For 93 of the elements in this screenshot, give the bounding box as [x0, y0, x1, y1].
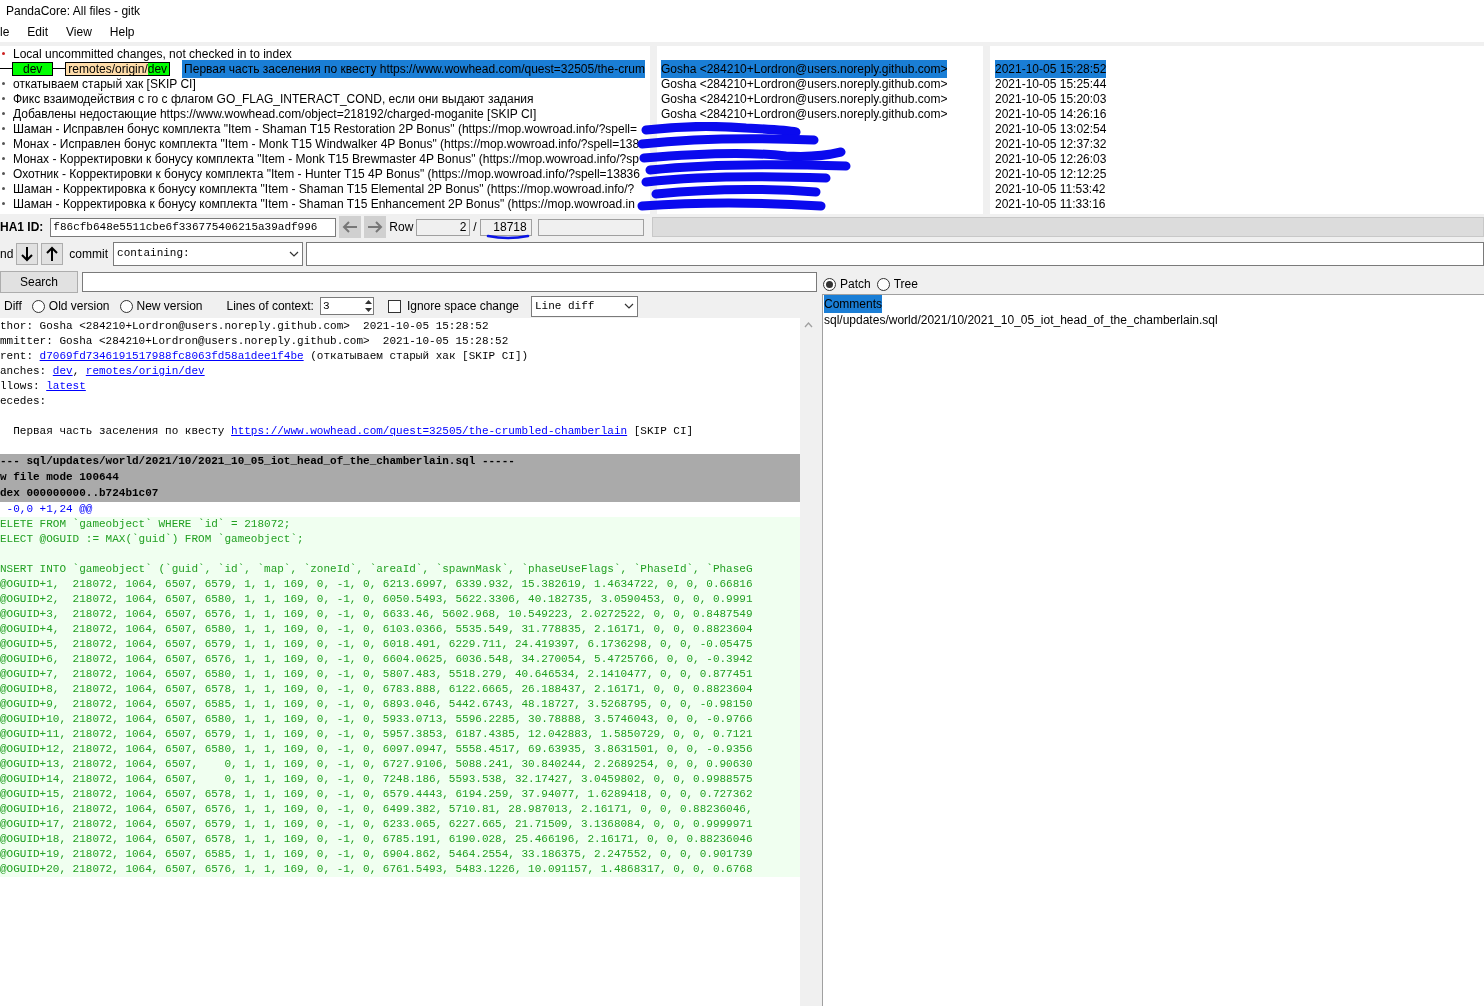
diff-text: @OGUID+19, 218072, 1064, 6507, 6585, 1, 1, 169, 0, -1, 0, 6904.862, 5464.2554, 33.186375, 2.247552, 0, 0, 0.901739: [0, 848, 753, 860]
window-title: PandaCore: All files - gitk: [6, 3, 141, 20]
back-button[interactable]: [339, 216, 362, 238]
row-field: 2: [416, 218, 471, 236]
underline-mark: [485, 233, 530, 240]
file-list-item[interactable]: sql/updates/world/2021/10/2021_10_05_iot_head_of_the_chamberlain.sql: [824, 311, 1218, 329]
link[interactable]: https://www.wowhead.com/quest=32505/the-crumbled-chamberlain: [231, 425, 628, 437]
diff-text: ELECT @OGUID := MAX(`guid`) FROM `gameobject`;: [0, 533, 304, 545]
sha-label: HA1 ID:: [0, 219, 44, 236]
commit-message[interactable]: Первая часть заселения по квесту https://www.wowhead.com/quest=32505/the-crum: [182, 59, 645, 78]
sha-field[interactable]: f86cfb648e5511cbe6f336775406215a39adf996: [50, 217, 337, 237]
date-text[interactable]: 2021-10-05 15:28:52: [995, 59, 1107, 78]
diff-label: Diff: [4, 298, 22, 315]
diff-text: (откатываем старый хак [SKIP CI]): [309, 350, 529, 362]
row-count-field: 18718: [479, 218, 532, 236]
diff-text: @OGUID+20, 218072, 1064, 6507, 6576, 1, 1, 169, 0, -1, 0, 6761.5493, 5483.1226, 10.091157, 1.4868317, 0, 0, 0.6768: [0, 863, 753, 875]
radio-button[interactable]: [876, 277, 890, 291]
diff-text: @OGUID+16, 218072, 1064, 6507, 6576, 1, 1, 169, 0, -1, 0, 6499.382, 5710.81, 28.987013, 2.16171, 0, 0, 0.88236046,: [0, 803, 753, 815]
diff-text: llows:: [0, 380, 41, 392]
search-button[interactable]: Search: [0, 271, 78, 293]
diff-text: ,: [72, 365, 81, 377]
chevron-down-icon: [624, 303, 634, 309]
diff-text: --- sql/updates/world/2021/10/2021_10_05_iot_head_of_the_chamberlain.sql -----: [0, 455, 515, 467]
file-list-item[interactable]: Comments: [824, 295, 882, 313]
arrow-right-icon: [367, 220, 384, 234]
diff-text: @OGUID+3, 218072, 1064, 6507, 6576, 1, 1, 169, 0, -1, 0, 6633.46, 5602.968, 10.549223, 2.0272522, 0, 0, 0.8487549: [0, 608, 753, 620]
radio-button[interactable]: [31, 299, 45, 313]
radio-label[interactable]: Old version: [48, 297, 110, 315]
checkbox-label[interactable]: Ignore space change: [406, 297, 519, 315]
context-spinbox[interactable]: 3: [319, 297, 374, 315]
diff-text: @OGUID+6, 218072, 1064, 6507, 6576, 1, 1, 169, 0, -1, 0, 6604.0625, 6036.548, 34.270054, 5.4725766, 0, 0, -0.3942: [0, 653, 753, 665]
commit-label: commit: [69, 245, 109, 263]
diff-text: thor: Gosha <284210+Lordron@users.noreply.github.com> 2021-10-05 15:28:52: [0, 320, 489, 332]
diff-text: ecedes:: [0, 395, 47, 407]
diff-text: @OGUID+7, 218072, 1064, 6507, 6580, 1, 1, 169, 0, -1, 0, 5807.483, 5518.279, 40.646534, 2.1410477, 0, 0, 0.877451: [0, 668, 753, 680]
link[interactable]: remotes/origin/dev: [85, 365, 205, 377]
diff-text: @OGUID+13, 218072, 1064, 6507, 0, 1, 1, 169, 0, -1, 0, 6727.9106, 5088.241, 30.840244, 2.2689254, 0, 0, 0.90630: [0, 758, 753, 770]
link[interactable]: d7069fd7346191517988fc8063fd58a1dee1f4be: [39, 350, 304, 362]
diff-text: @OGUID+11, 218072, 1064, 6507, 6579, 1, 1, 169, 0, -1, 0, 5957.3853, 6187.4385, 12.042883, 1.5850729, 0, 0, 0.7121: [0, 728, 753, 740]
find-label: nd: [0, 245, 14, 263]
diff-text: @OGUID+18, 218072, 1064, 6507, 6578, 1, 1, 169, 0, -1, 0, 6785.191, 6190.028, 25.466196, 2.16171, 0, 0, 0.88236046: [0, 833, 753, 845]
find-next-button[interactable]: [16, 242, 39, 265]
diff-text: -0,0 +1,24 @@: [5, 503, 93, 515]
arrow-left-icon: [342, 220, 359, 234]
arrow-down-icon: [20, 245, 35, 262]
forward-button[interactable]: [364, 216, 387, 238]
diff-text: @OGUID+15, 218072, 1064, 6507, 6578, 1, 1, 169, 0, -1, 0, 6579.4443, 6194.259, 37.94077, 1.6289418, 0, 0, 0.727362: [0, 788, 753, 800]
row-separator: /: [473, 219, 477, 236]
diff-text: @OGUID+14, 218072, 1064, 6507, 0, 1, 1, 169, 0, -1, 0, 7248.186, 5593.538, 32.17427, 3.0459802, 0, 0, 0.9988575: [0, 773, 753, 785]
find-mode-dropdown[interactable]: containing:: [113, 241, 304, 266]
diff-text: dex 000000000..b724b1c07: [0, 487, 159, 499]
diff-text: @OGUID+17, 218072, 1064, 6507, 6579, 1, 1, 169, 0, -1, 0, 6233.065, 6227.665, 21.71509, 3.1368084, 0, 0, 0.9999971: [0, 818, 753, 830]
diff-text: @OGUID+10, 218072, 1064, 6507, 6580, 1, 1, 169, 0, -1, 0, 5933.0713, 5596.2285, 30.78888, 3.5746043, 0, 0, -0.9766: [0, 713, 753, 725]
search-field[interactable]: [82, 272, 817, 292]
radio-button[interactable]: [823, 277, 836, 291]
diff-text: @OGUID+1, 218072, 1064, 6507, 6579, 1, 1, 169, 0, -1, 0, 6213.6997, 6339.932, 15.382619, 1.4634722, 0, 0, 0.66816: [0, 578, 753, 590]
diff-text: @OGUID+2, 218072, 1064, 6507, 6580, 1, 1, 169, 0, -1, 0, 6050.5493, 5622.3306, 40.182735, 3.0590453, 0, 0, 0.9991: [0, 593, 753, 605]
menu-item[interactable]: View: [66, 23, 92, 41]
row-label: Row: [389, 219, 414, 236]
arrow-up-icon: [45, 245, 60, 262]
diff-text: @OGUID+12, 218072, 1064, 6507, 6580, 1, 1, 169, 0, -1, 0, 6097.0947, 5558.4517, 69.63935, 3.8631501, 0, 0, -0.9356: [0, 743, 753, 755]
chevron-down-icon: [289, 250, 300, 257]
diff-text: w file mode 100644: [0, 471, 119, 483]
diff-style-dropdown[interactable]: Line diff: [531, 295, 638, 317]
remote-tag-prefix: remotes/origin/: [66, 62, 148, 75]
menu-item[interactable]: Edit: [27, 23, 49, 41]
diff-text: ELETE FROM `gameobject` WHERE `id` = 218072;: [0, 518, 291, 530]
link[interactable]: dev: [52, 365, 73, 377]
diff-text: [SKIP CI]: [632, 425, 694, 437]
diff-text: NSERT INTO `gameobject` (`guid`, `id`, `map`, `zoneId`, `areaId`, `spawnMask`, `phaseUseFlags`, `PhaseId`, `PhaseG: [0, 563, 753, 575]
radio-label[interactable]: Tree: [893, 275, 918, 293]
diff-text: @OGUID+9, 218072, 1064, 6507, 6585, 1, 1, 169, 0, -1, 0, 6893.046, 5442.6743, 48.18727, 3.5268795, 0, 0, -0.98150: [0, 698, 753, 710]
diff-text: @OGUID+5, 218072, 1064, 6507, 6579, 1, 1, 169, 0, -1, 0, 6018.491, 6229.711, 24.419397, 6.1736298, 0, 0, -0.05475: [0, 638, 753, 650]
diff-text: rent:: [0, 350, 34, 362]
find-field[interactable]: [306, 241, 1484, 266]
context-label: Lines of context:: [226, 298, 314, 315]
chevron-up-icon: [804, 322, 813, 328]
diff-text: anches:: [0, 365, 48, 377]
diff-text: @OGUID+8, 218072, 1064, 6507, 6578, 1, 1, 169, 0, -1, 0, 6783.888, 6122.6665, 26.188437, 2.16171, 0, 0, 0.8823604: [0, 683, 753, 695]
author-text[interactable]: Gosha <284210+Lordron@users.noreply.github.com>: [661, 59, 948, 78]
find-previous-button[interactable]: [41, 242, 64, 265]
diff-text: @OGUID+4, 218072, 1064, 6507, 6580, 1, 1, 169, 0, -1, 0, 6103.0366, 5535.549, 31.778835, 2.16171, 0, 0, 0.8823604: [0, 623, 753, 635]
link[interactable]: latest: [46, 380, 86, 392]
menu-item[interactable]: Help: [109, 23, 135, 41]
radio-label[interactable]: Patch: [840, 275, 871, 293]
checkbox[interactable]: [387, 299, 401, 313]
spin-arrows-icon: [363, 299, 373, 313]
diff-text: mmitter: Gosha <284210+Lordron@users.noreply.github.com> 2021-10-05 15:28:52: [0, 335, 509, 347]
radio-label[interactable]: New version: [136, 297, 203, 315]
diff-text: Первая часть заселения по квесту: [12, 425, 226, 437]
menu-item[interactable]: le: [0, 23, 10, 41]
branch-tag: dev: [12, 61, 54, 76]
radio-button[interactable]: [119, 299, 133, 313]
